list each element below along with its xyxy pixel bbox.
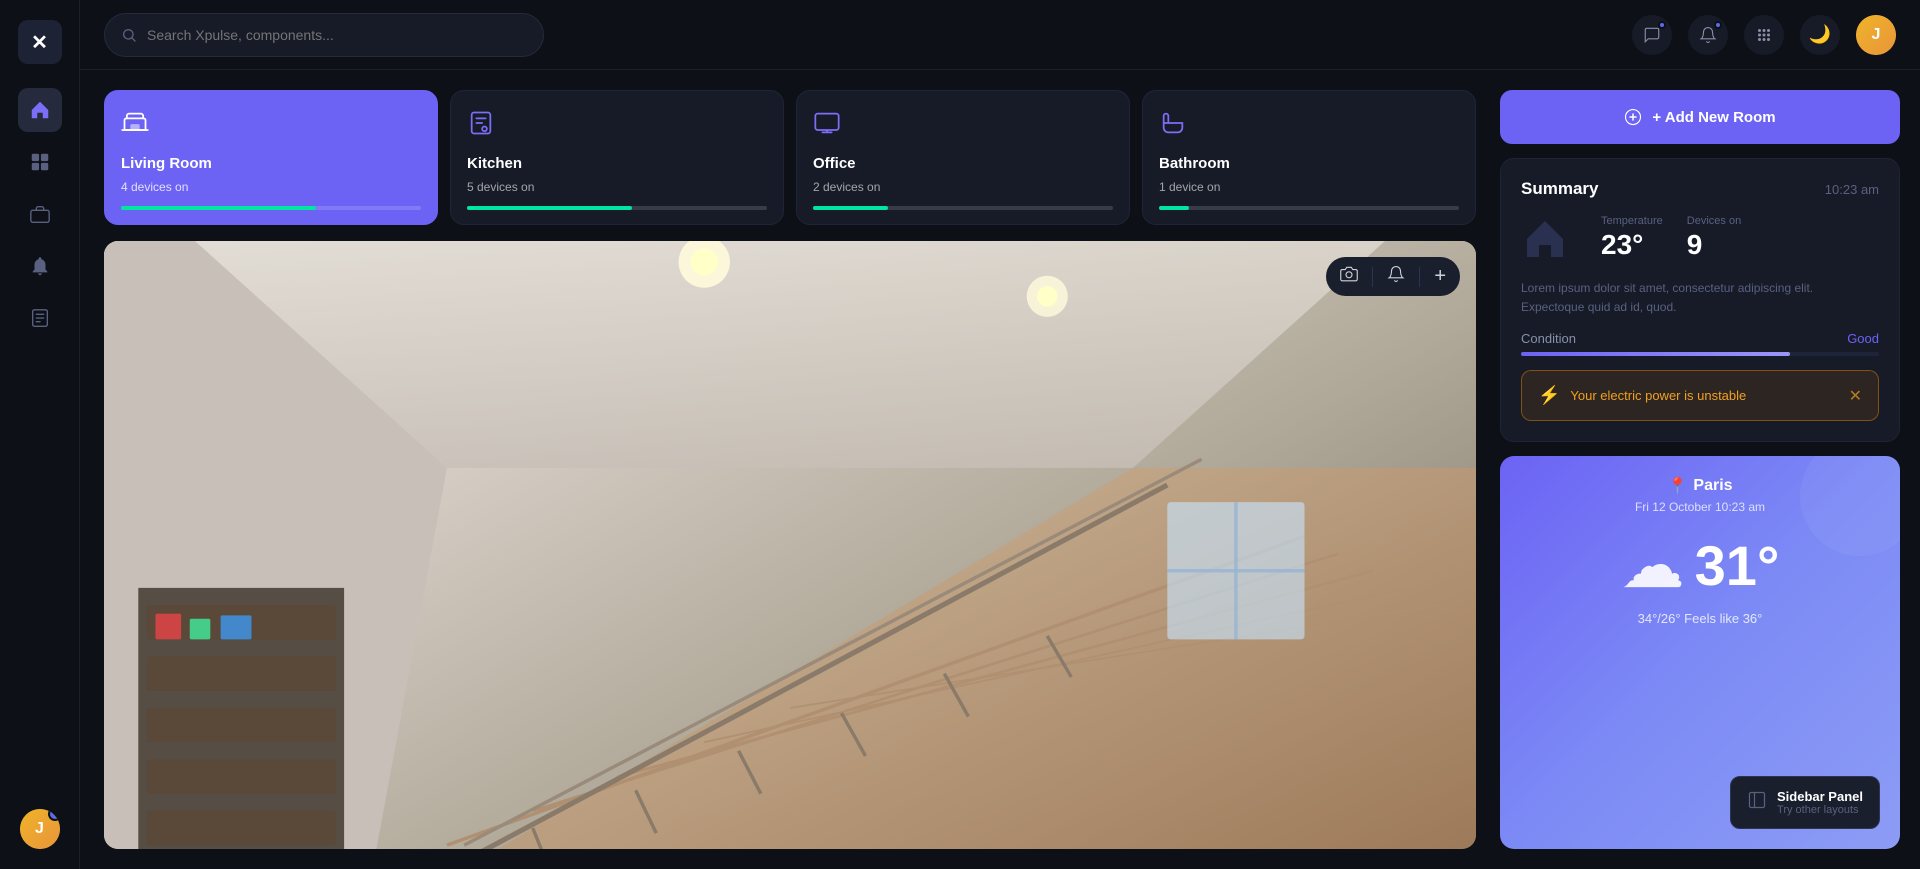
summary-time: 10:23 am [1825, 182, 1879, 197]
office-progress-fill [813, 206, 888, 210]
bathroom-name: Bathroom [1159, 155, 1459, 172]
alert-content: ⚡ Your electric power is unstable [1538, 385, 1746, 406]
sidebar-panel-subtitle: Try other layouts [1777, 804, 1863, 816]
temperature-stat: Temperature 23° [1601, 215, 1663, 261]
summary-card: Summary 10:23 am Temperature 23° Device [1500, 158, 1900, 442]
office-devices: 2 devices on [813, 180, 1113, 194]
devices-stat: Devices on 9 [1687, 215, 1741, 261]
room-card-office[interactable]: Office 2 devices on [796, 90, 1130, 225]
living-room-icon [121, 109, 421, 143]
summary-header: Summary 10:23 am [1521, 179, 1879, 199]
right-panel: + Add New Room Summary 10:23 am Temperat… [1500, 70, 1920, 869]
sidebar-item-briefcase[interactable] [18, 192, 62, 236]
living-room-progress-fill [121, 206, 316, 210]
office-name: Office [813, 155, 1113, 172]
add-button[interactable]: + [1434, 265, 1446, 288]
power-alert: ⚡ Your electric power is unstable ✕ [1521, 370, 1879, 421]
room-card-bathroom[interactable]: Bathroom 1 device on [1142, 90, 1476, 225]
living-room-devices: 4 devices on [121, 180, 421, 194]
weather-main: ☁ 31° [1520, 528, 1880, 603]
location-pin-icon: 📍 [1667, 476, 1687, 496]
summary-title: Summary [1521, 179, 1598, 199]
weather-date: Fri 12 October 10:23 am [1520, 500, 1880, 514]
notification-button[interactable] [1387, 265, 1405, 288]
image-controls: + [1326, 257, 1460, 296]
office-progress-bar [813, 206, 1113, 210]
home-icon-container [1521, 215, 1569, 263]
weather-location: 📍 Paris [1520, 476, 1880, 496]
temperature-value: 23° [1601, 229, 1663, 261]
add-new-room-button[interactable]: + Add New Room [1500, 90, 1900, 144]
weather-card: 📍 Paris Fri 12 October 10:23 am ☁ 31° 34… [1500, 456, 1900, 849]
cloud-icon: ☁ [1621, 528, 1685, 603]
header-right: 🌙 J [1632, 15, 1896, 55]
bathroom-progress-fill [1159, 206, 1189, 210]
weather-sub-info: 34°/26° Feels like 36° [1520, 611, 1880, 626]
header-user-avatar[interactable]: J [1856, 15, 1896, 55]
sidebar-panel-tooltip[interactable]: Sidebar Panel Try other layouts [1730, 776, 1880, 829]
alert-close-button[interactable]: ✕ [1849, 386, 1862, 406]
camera-button[interactable] [1340, 265, 1358, 288]
sidebar: ✕ J [0, 0, 80, 869]
condition-value: Good [1847, 331, 1879, 346]
sidebar-user-avatar[interactable]: J [20, 809, 60, 849]
sidebar-item-dashboard[interactable] [18, 88, 62, 132]
header: 🌙 J [80, 0, 1920, 70]
temperature-label: Temperature [1601, 215, 1663, 227]
room-cards-container: Living Room 4 devices on [104, 90, 1476, 225]
living-room-name: Living Room [121, 155, 421, 172]
bathroom-icon [1159, 109, 1459, 143]
room-photo [104, 241, 1476, 849]
apps-grid-button[interactable] [1744, 15, 1784, 55]
controls-divider [1372, 267, 1373, 287]
left-panel: Living Room 4 devices on [80, 70, 1500, 869]
room-image-container: + [104, 241, 1476, 849]
kitchen-name: Kitchen [467, 155, 767, 172]
kitchen-devices: 5 devices on [467, 180, 767, 194]
sidebar-item-grid[interactable] [18, 140, 62, 184]
sidebar-panel-text: Sidebar Panel Try other layouts [1777, 789, 1863, 816]
bell-icon-button[interactable] [1688, 15, 1728, 55]
bell-notification-dot [1714, 21, 1722, 29]
kitchen-progress-fill [467, 206, 632, 210]
sidebar-panel-title: Sidebar Panel [1777, 789, 1863, 804]
theme-toggle-button[interactable]: 🌙 [1800, 15, 1840, 55]
weather-temperature: 31° [1695, 533, 1780, 598]
summary-description: Lorem ipsum dolor sit amet, consectetur … [1521, 279, 1879, 317]
bathroom-devices: 1 device on [1159, 180, 1459, 194]
search-bar[interactable] [104, 13, 544, 57]
sidebar-logo[interactable]: ✕ [18, 20, 62, 64]
controls-divider-2 [1419, 267, 1420, 287]
condition-fill [1521, 352, 1790, 356]
condition-label: Condition [1521, 331, 1576, 346]
condition-row: Condition Good [1521, 331, 1879, 346]
kitchen-progress-bar [467, 206, 767, 210]
bathroom-progress-bar [1159, 206, 1459, 210]
condition-bar [1521, 352, 1879, 356]
content-area: Living Room 4 devices on [80, 70, 1920, 869]
devices-label: Devices on [1687, 215, 1741, 227]
room-card-living-room[interactable]: Living Room 4 devices on [104, 90, 438, 225]
sidebar-item-notifications[interactable] [18, 244, 62, 288]
lightning-icon: ⚡ [1538, 385, 1560, 406]
main-area: 🌙 J Living Roo [80, 0, 1920, 869]
sidebar-item-notes[interactable] [18, 296, 62, 340]
kitchen-icon [467, 109, 767, 143]
room-card-kitchen[interactable]: Kitchen 5 devices on [450, 90, 784, 225]
devices-value: 9 [1687, 229, 1741, 261]
summary-stats: Temperature 23° Devices on 9 [1521, 215, 1879, 263]
office-icon [813, 109, 1113, 143]
alert-text: Your electric power is unstable [1570, 388, 1746, 403]
search-input[interactable] [147, 27, 527, 43]
living-room-progress-bar [121, 206, 421, 210]
chat-notification-dot [1658, 21, 1666, 29]
chat-icon-button[interactable] [1632, 15, 1672, 55]
sidebar-panel-icon [1747, 790, 1767, 815]
